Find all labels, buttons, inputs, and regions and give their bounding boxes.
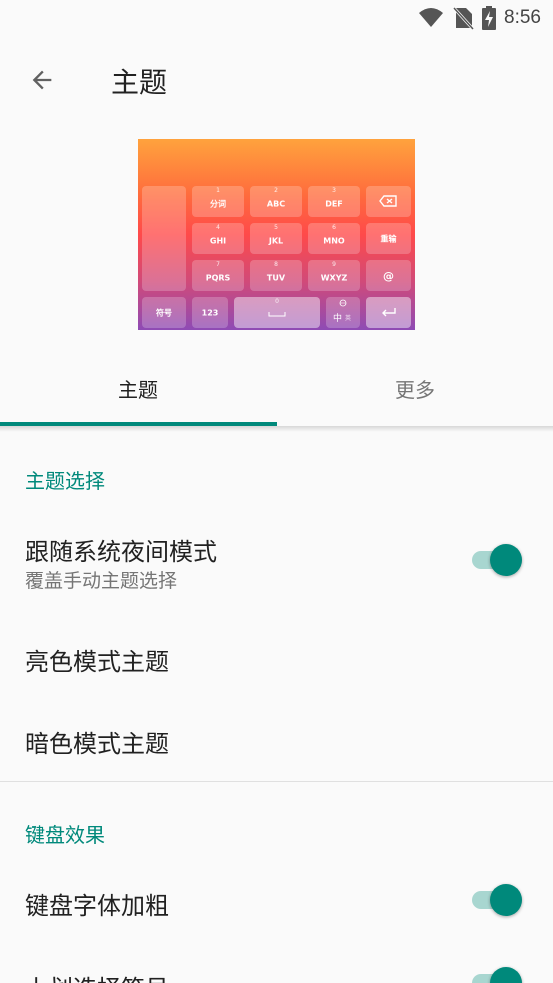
section-header-theme-select: 主题选择 (25, 469, 105, 493)
tab-more[interactable]: 更多 (277, 350, 553, 426)
pref-follow-night-mode[interactable]: 跟随系统夜间模式 覆盖手动主题选择 (0, 512, 553, 606)
pref-title: 跟随系统夜间模式 (25, 538, 217, 566)
back-button[interactable] (18, 56, 66, 104)
arrow-back-icon (32, 70, 52, 90)
kb-key-at: @ (366, 260, 411, 291)
tab-bar: 主题 更多 (0, 350, 553, 426)
kb-key-7: 7 PQRS (192, 260, 244, 291)
toolbar: 主题 (0, 36, 553, 124)
globe-icon (339, 299, 347, 307)
kb-key-123: 123 (192, 297, 228, 328)
pref-title: 上划选择符号 (25, 969, 169, 983)
swipe-symbol-toggle[interactable] (470, 963, 526, 983)
follow-night-toggle[interactable] (470, 540, 526, 580)
kb-key-2: 2 ABC (250, 186, 302, 217)
enter-icon (382, 308, 396, 317)
status-time: 8:56 (504, 7, 541, 28)
kb-key-8: 8 TUV (250, 260, 302, 291)
battery-charging-icon (482, 6, 497, 30)
page-title: 主题 (111, 66, 168, 99)
kb-side-column (142, 186, 186, 291)
kb-key-symbols: 符号 (142, 297, 186, 328)
kb-key-4: 4 GHI (192, 223, 244, 254)
pref-bold-font[interactable]: 键盘字体加粗 (0, 860, 553, 942)
switch-thumb (490, 544, 522, 576)
status-icons: 8:56 (418, 6, 541, 30)
switch-thumb (490, 967, 522, 983)
status-bar: 8:56 (0, 0, 553, 36)
pref-title: 暗色模式主题 (25, 730, 169, 758)
tab-theme[interactable]: 主题 (0, 350, 276, 426)
tab-bar-shadow (0, 426, 553, 432)
bold-font-toggle[interactable] (470, 880, 526, 920)
pref-title: 键盘字体加粗 (25, 892, 169, 920)
tab-more-label: 更多 (395, 377, 435, 402)
keyboard-theme-preview: 1 分词 2 ABC 3 DEF 4 GHI 5 JKL 6 MNO 重输 7 … (138, 139, 415, 330)
kb-key-backspace (366, 186, 411, 217)
space-icon (268, 312, 286, 317)
pref-dark-theme[interactable]: 暗色模式主题 (0, 699, 553, 781)
kb-key-retype: 重输 (366, 223, 411, 254)
pref-swipe-symbol[interactable]: 上划选择符号 (0, 943, 553, 983)
no-sim-icon (452, 6, 475, 30)
tab-theme-label: 主题 (118, 377, 158, 402)
pref-summary: 覆盖手动主题选择 (25, 570, 178, 592)
backspace-icon (379, 195, 397, 207)
switch-thumb (490, 884, 522, 916)
pref-title: 亮色模式主题 (25, 648, 169, 676)
kb-key-5: 5 JKL (250, 223, 302, 254)
kb-key-enter (366, 297, 411, 328)
kb-key-space: 0 (234, 297, 320, 328)
kb-key-3: 3 DEF (308, 186, 360, 217)
kb-key-lang: 中 英 (326, 297, 360, 328)
section-divider (0, 781, 553, 782)
section-header-keyboard-effect: 键盘效果 (25, 823, 105, 847)
pref-light-theme[interactable]: 亮色模式主题 (0, 616, 553, 698)
wifi-icon (419, 8, 444, 27)
kb-key-6: 6 MNO (308, 223, 360, 254)
kb-key-9: 9 WXYZ (308, 260, 360, 291)
kb-key-1: 1 分词 (192, 186, 244, 217)
